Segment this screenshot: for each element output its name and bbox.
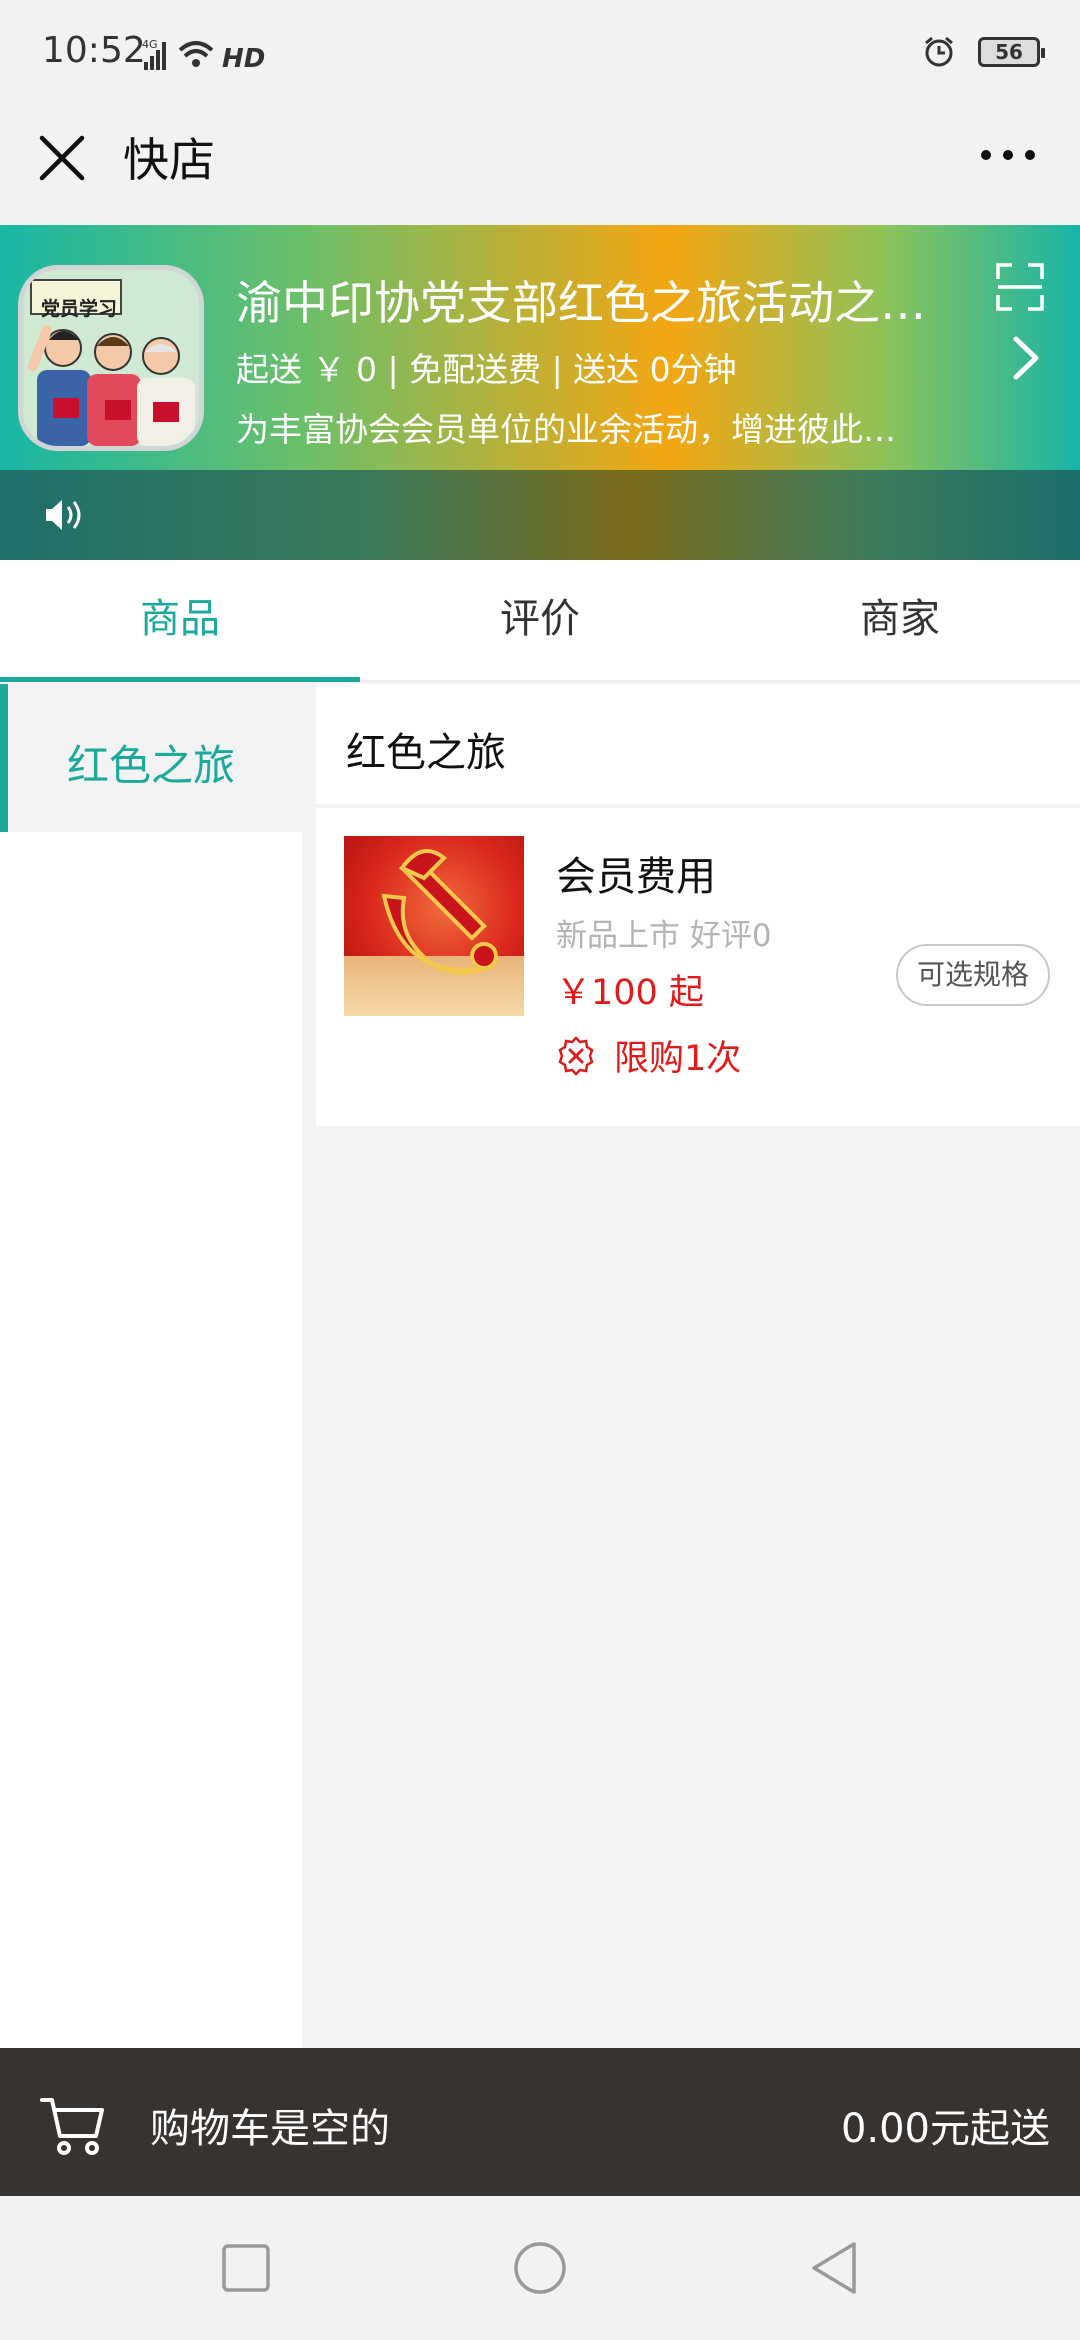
title-bar: 快店 xyxy=(0,110,1080,225)
more-icon[interactable] xyxy=(978,140,1038,170)
category-label: 红色之旅 xyxy=(66,741,235,790)
chevron-right-icon[interactable] xyxy=(1008,333,1044,383)
tab-reviews[interactable]: 评价 xyxy=(360,560,720,680)
shop-name: 渝中印协党支部红色之旅活动之… xyxy=(236,276,926,330)
tab-goods[interactable]: 商品 xyxy=(0,560,360,682)
logo-caption: 党员学习 xyxy=(41,298,118,320)
back-icon[interactable] xyxy=(806,2240,862,2296)
limit-badge-icon xyxy=(558,1035,594,1076)
battery-icon: 56 xyxy=(978,37,1045,67)
cart-icon[interactable] xyxy=(38,2090,108,2160)
shop-delivery-info: 起送 ￥ 0 | 免配送费 | 送达 0分钟 xyxy=(236,350,737,389)
category-sidebar: 红色之旅 xyxy=(0,684,302,2048)
network-type: 4G xyxy=(142,38,158,51)
recent-apps-icon[interactable] xyxy=(218,2240,274,2296)
product-price: ￥100 起 xyxy=(556,973,704,1013)
shop-header[interactable]: 党员学习 渝中印协党支部红色之旅活动之… 起送 ￥ 0 | 免配送费 | 送达 … xyxy=(0,225,1080,470)
close-icon[interactable] xyxy=(36,132,88,184)
page-title: 快店 xyxy=(123,133,215,187)
system-nav-bar xyxy=(0,2196,1080,2340)
shop-logo: 党员学习 xyxy=(18,265,204,451)
tab-bar: 商品 评价 商家 xyxy=(0,560,1080,682)
cart-bar[interactable]: 购物车是空的 0.00元起送 xyxy=(0,2048,1080,2196)
shop-description: 为丰富协会会员单位的业余活动，增进彼此… xyxy=(236,410,896,449)
clock: 10:52 xyxy=(42,30,146,71)
signal-wifi-icons: 4G HD xyxy=(142,38,265,72)
scan-icon[interactable] xyxy=(996,263,1044,311)
section-title: 红色之旅 xyxy=(346,730,506,776)
speaker-icon xyxy=(46,500,81,530)
tab-merchant[interactable]: 商家 xyxy=(720,560,1080,680)
category-item-red-tour[interactable]: 红色之旅 xyxy=(0,684,302,832)
notice-bar[interactable] xyxy=(0,470,1080,560)
purchase-limit: 限购1次 xyxy=(556,1030,741,1081)
product-tags: 新品上市 好评0 xyxy=(556,918,772,954)
purchase-limit-text: 限购1次 xyxy=(614,1039,742,1079)
product-name: 会员费用 xyxy=(556,854,716,900)
home-icon[interactable] xyxy=(512,2240,568,2296)
section-header: 红色之旅 xyxy=(316,684,1080,804)
select-spec-button[interactable]: 可选规格 xyxy=(896,944,1050,1006)
product-image xyxy=(344,836,524,1016)
status-bar: 10:52 4G HD 56 xyxy=(0,0,1080,110)
product-card[interactable]: 会员费用 新品上市 好评0 ￥100 起 限购1次 可选规格 xyxy=(316,808,1080,1126)
hd-badge: HD xyxy=(222,44,265,72)
cart-empty-text: 购物车是空的 xyxy=(150,2106,390,2152)
battery-level: 56 xyxy=(995,40,1023,64)
minimum-order-text: 0.00元起送 xyxy=(840,2106,1050,2152)
alarm-icon xyxy=(925,36,953,67)
